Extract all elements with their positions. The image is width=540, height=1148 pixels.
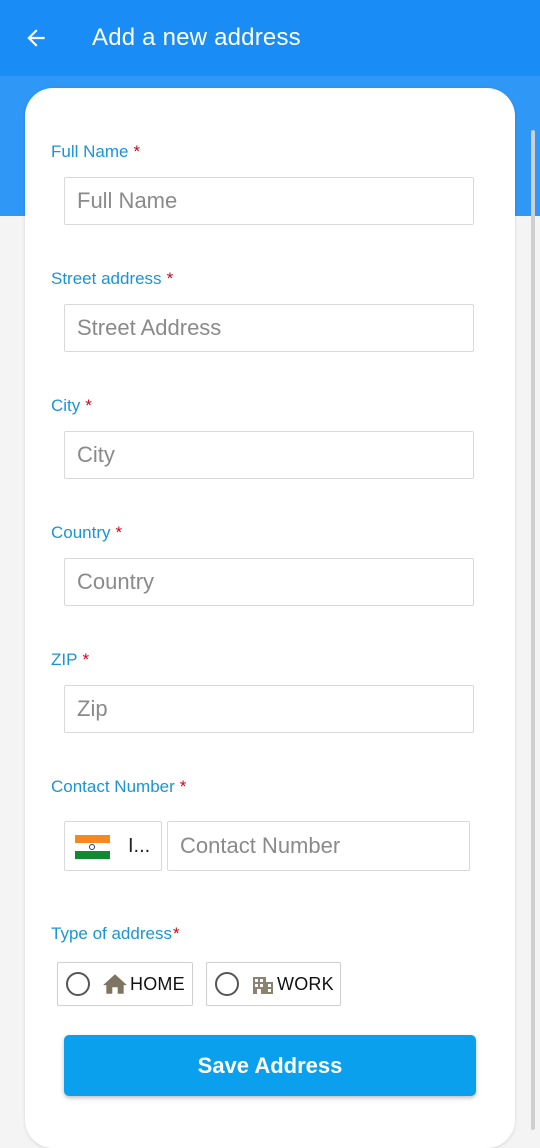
page-title: Add a new address xyxy=(92,24,301,51)
address-type-label: Type of address* xyxy=(51,924,180,944)
building-icon xyxy=(251,972,275,996)
country-input[interactable] xyxy=(64,558,474,606)
contact-number-label-text: Contact Number xyxy=(51,777,175,796)
scrollbar[interactable] xyxy=(531,130,535,1130)
home-radio-button[interactable] xyxy=(66,972,90,996)
street-address-label-text: Street address xyxy=(51,269,162,288)
full-name-label: Full Name * xyxy=(51,142,140,162)
address-type-label-text: Type of address xyxy=(51,924,172,943)
work-option-label: WORK xyxy=(277,973,334,994)
contact-number-input[interactable] xyxy=(167,821,470,871)
required-mark: * xyxy=(166,269,174,288)
save-address-button[interactable]: Save Address xyxy=(64,1035,476,1096)
india-flag-icon xyxy=(75,835,110,859)
zip-label: ZIP * xyxy=(51,650,89,670)
city-label: City * xyxy=(51,396,92,416)
arrow-left-icon xyxy=(27,29,45,47)
address-type-work-option[interactable]: WORK xyxy=(206,962,341,1006)
zip-label-text: ZIP xyxy=(51,650,78,669)
street-address-label: Street address * xyxy=(51,269,173,289)
work-radio-button[interactable] xyxy=(215,972,239,996)
full-name-input[interactable] xyxy=(64,177,474,225)
required-mark: * xyxy=(85,396,92,415)
address-form-card: Full Name* Street address* City* Country… xyxy=(25,88,515,1148)
required-mark: * xyxy=(179,777,187,796)
city-label-text: City xyxy=(51,396,81,415)
country-label-text: Country xyxy=(51,523,111,542)
street-address-input[interactable] xyxy=(64,304,474,352)
country-code-picker[interactable]: I... xyxy=(64,821,162,871)
required-mark: * xyxy=(115,523,123,542)
country-label: Country * xyxy=(51,523,122,543)
required-mark: * xyxy=(133,142,141,161)
zip-input[interactable] xyxy=(64,685,474,733)
required-mark: * xyxy=(82,650,90,669)
app-bar: Add a new address xyxy=(0,0,540,76)
full-name-label-text: Full Name xyxy=(51,142,129,161)
contact-number-label: Contact Number * xyxy=(51,777,186,797)
address-type-home-option[interactable]: HOME xyxy=(57,962,193,1006)
country-code-text: I... xyxy=(128,835,151,857)
home-option-label: HOME xyxy=(130,973,185,994)
home-icon xyxy=(102,973,128,995)
back-button[interactable] xyxy=(20,22,52,54)
city-input[interactable] xyxy=(64,431,474,479)
required-mark: * xyxy=(172,924,180,943)
